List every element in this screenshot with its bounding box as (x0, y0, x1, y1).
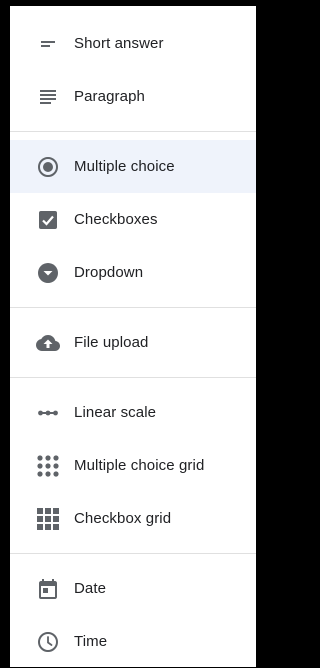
menu-divider (10, 553, 256, 554)
menu-item-time[interactable]: Time (10, 615, 256, 668)
radio-button-icon (36, 155, 60, 179)
menu-item-label: Multiple choice (74, 158, 175, 175)
menu-item-label: Short answer (74, 35, 164, 52)
menu-item-file-upload[interactable]: File upload (10, 316, 256, 369)
menu-divider (10, 377, 256, 378)
short-text-icon (36, 32, 60, 56)
menu-item-checkboxes[interactable]: Checkboxes (10, 193, 256, 246)
menu-item-multiple-choice-grid[interactable]: Multiple choice grid (10, 439, 256, 492)
square-grid-icon (36, 507, 60, 531)
menu-item-label: File upload (74, 334, 149, 351)
menu-item-label: Date (74, 580, 107, 597)
menu-divider (10, 131, 256, 132)
calendar-icon (36, 577, 60, 601)
menu-item-date[interactable]: Date (10, 562, 256, 615)
paragraph-icon (36, 85, 60, 109)
menu-item-label: Checkbox grid (74, 510, 172, 527)
linear-scale-icon (36, 401, 60, 425)
menu-item-paragraph[interactable]: Paragraph (10, 70, 256, 123)
menu-item-linear-scale[interactable]: Linear scale (10, 386, 256, 439)
menu-item-label: Time (74, 633, 108, 650)
menu-item-label: Linear scale (74, 404, 157, 421)
dot-grid-icon (36, 454, 60, 478)
menu-divider (10, 307, 256, 308)
dropdown-icon (36, 261, 60, 285)
menu-item-multiple-choice[interactable]: Multiple choice (10, 140, 256, 193)
cloud-upload-icon (36, 331, 60, 355)
question-type-menu: Short answer Paragraph Multiple choice C… (10, 6, 256, 667)
menu-item-label: Checkboxes (74, 211, 158, 228)
menu-item-label: Multiple choice grid (74, 457, 205, 474)
menu-item-label: Paragraph (74, 88, 145, 105)
menu-item-label: Dropdown (74, 264, 144, 281)
menu-item-short-answer[interactable]: Short answer (10, 17, 256, 70)
menu-item-checkbox-grid[interactable]: Checkbox grid (10, 492, 256, 545)
checkbox-icon (36, 208, 60, 232)
menu-item-dropdown[interactable]: Dropdown (10, 246, 256, 299)
clock-icon (36, 630, 60, 654)
